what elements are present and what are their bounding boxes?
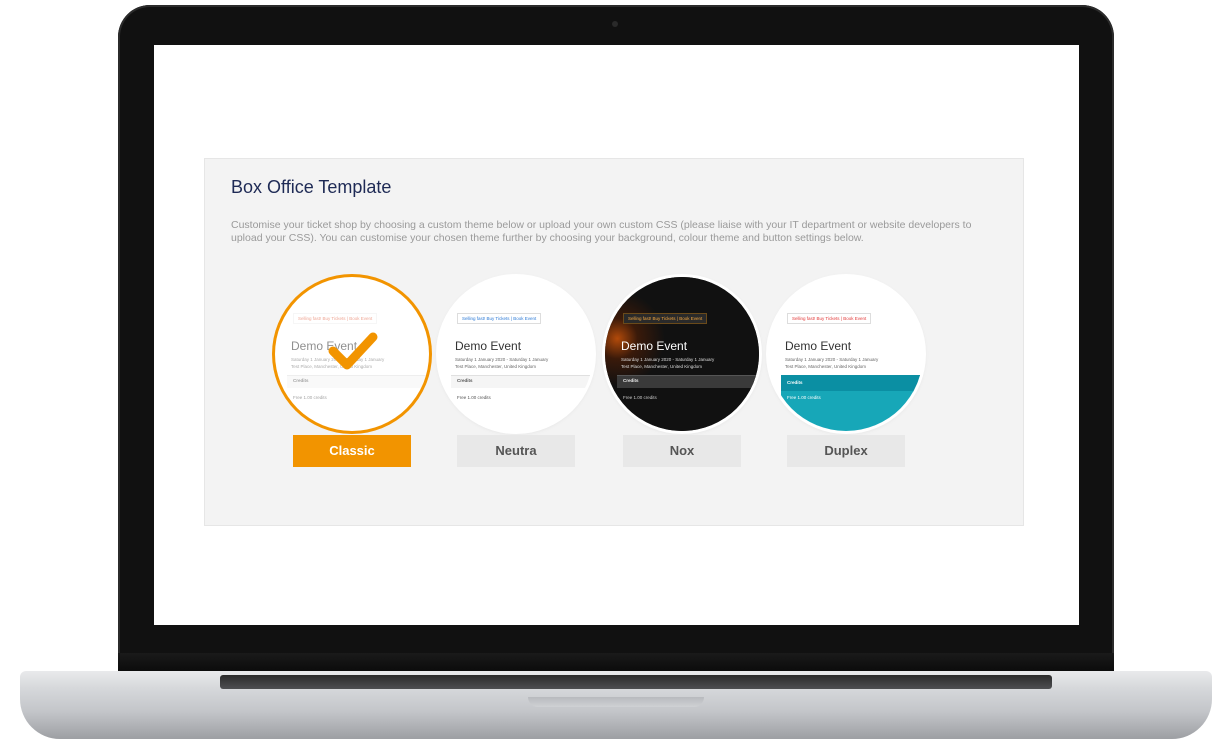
laptop-base <box>20 671 1212 739</box>
preview-event-venue: Test Place, Manchester, United Kingdom <box>621 364 703 369</box>
preview-section-label: Credits <box>293 378 309 383</box>
preview-event-title: Demo Event <box>455 339 522 353</box>
preview-event-date: Saturday 1 January 2020 - Saturday 1 Jan… <box>455 357 549 362</box>
panel-title: Box Office Template <box>231 177 392 197</box>
theme-preview-nox[interactable]: Selling fast! Buy Tickets | Book Event D… <box>605 277 759 431</box>
camera-icon <box>612 21 618 27</box>
preview-event-date: Saturday 1 January 2020 - Saturday 1 Jan… <box>621 357 715 362</box>
keyboard-well <box>220 675 1052 689</box>
preview-ticket-price: Free 1.00 credits <box>623 395 657 400</box>
theme-button-classic[interactable]: Classic <box>293 435 411 467</box>
preview-section-label: Credits <box>787 380 803 385</box>
preview-ticket-price: Free 1.00 credits <box>293 395 327 400</box>
theme-button-nox[interactable]: Nox <box>623 435 741 467</box>
preview-section-label: Credits <box>457 378 473 383</box>
preview-event-venue: Test Place, Manchester, United Kingdom <box>785 364 867 369</box>
theme-preview-content: Selling fast! Buy Tickets | Book Event D… <box>439 277 593 431</box>
theme-preview-classic[interactable]: Selling fast! Buy Tickets | Book Event D… <box>275 277 429 431</box>
preview-event-title: Demo Event <box>785 339 852 353</box>
laptop-lid: Box Office Template Customise your ticke… <box>118 5 1114 673</box>
theme-option-nox[interactable]: Selling fast! Buy Tickets | Book Event D… <box>597 277 767 473</box>
preview-section-bar: Credits <box>617 375 757 388</box>
preview-event-date: Saturday 1 January 2020 - Saturday 1 Jan… <box>785 357 879 362</box>
laptop-screen: Box Office Template Customise your ticke… <box>154 45 1079 625</box>
check-icon <box>328 332 378 370</box>
trackpad-notch <box>528 697 704 707</box>
preview-section-bar: Credits <box>781 375 921 392</box>
preview-badge: Selling fast! Buy Tickets | Book Event <box>293 313 378 324</box>
theme-option-classic[interactable]: Selling fast! Buy Tickets | Book Event D… <box>267 277 437 473</box>
theme-option-duplex[interactable]: Selling fast! Buy Tickets | Book Event D… <box>761 277 931 473</box>
preview-section-label: Credits <box>623 378 639 383</box>
theme-option-neutra[interactable]: Selling fast! Buy Tickets | Book Event D… <box>431 277 601 473</box>
preview-ticket-price: Free 1.00 credits <box>457 395 491 400</box>
theme-button-duplex[interactable]: Duplex <box>787 435 905 467</box>
theme-preview-content: Selling fast! Buy Tickets | Book Event D… <box>769 277 923 431</box>
preview-badge: Selling fast! Buy Tickets | Book Event <box>457 313 542 324</box>
preview-event-title: Demo Event <box>621 339 688 353</box>
preview-ticket-price: Free 1.00 credits <box>787 395 821 400</box>
preview-section-bar: Credits <box>451 375 591 388</box>
theme-preview-duplex[interactable]: Selling fast! Buy Tickets | Book Event D… <box>769 277 923 431</box>
theme-button-neutra[interactable]: Neutra <box>457 435 575 467</box>
preview-badge: Selling fast! Buy Tickets | Book Event <box>623 313 708 324</box>
preview-event-venue: Test Place, Manchester, United Kingdom <box>455 364 537 369</box>
theme-preview-neutra[interactable]: Selling fast! Buy Tickets | Book Event D… <box>439 277 593 431</box>
box-office-template-panel: Box Office Template Customise your ticke… <box>204 158 1024 526</box>
theme-preview-content: Selling fast! Buy Tickets | Book Event D… <box>605 277 759 431</box>
laptop-bezel-bottom <box>118 653 1114 673</box>
panel-description: Customise your ticket shop by choosing a… <box>231 219 972 244</box>
preview-badge: Selling fast! Buy Tickets | Book Event <box>787 313 872 324</box>
